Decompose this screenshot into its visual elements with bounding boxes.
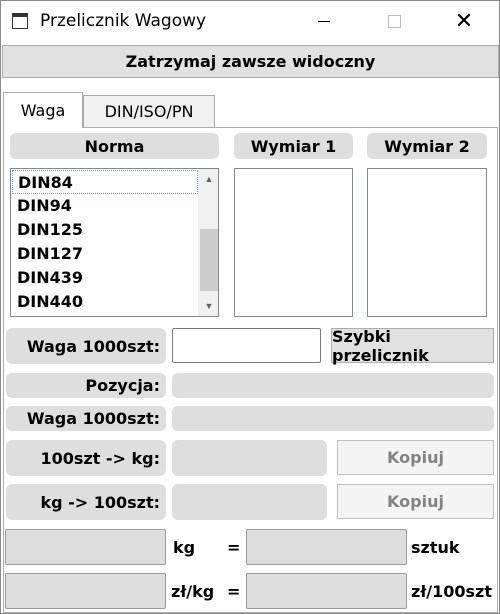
minimize-icon [318, 20, 330, 22]
copy-szt-button[interactable]: Kopiuj [337, 484, 494, 519]
kg-unit-label: kg [173, 537, 196, 557]
quick-converter-button[interactable]: Szybki przelicznik [331, 327, 494, 365]
price-per-100-unit-label: zł/100szt [411, 581, 492, 601]
price-per-kg-input[interactable] [5, 573, 166, 609]
minimize-button[interactable] [301, 1, 347, 41]
list-item[interactable]: DIN127 [12, 242, 198, 266]
szt-to-kg-label: 100szt -> kg: [6, 440, 166, 476]
copy-kg-button[interactable]: Kopiuj [337, 440, 494, 475]
app-icon [12, 13, 28, 29]
equals-label: = [227, 537, 241, 557]
list-item[interactable]: DIN125 [12, 218, 198, 242]
scroll-thumb[interactable] [200, 229, 218, 291]
norma-listbox[interactable]: DIN84 DIN94 DIN125 DIN127 DIN439 DIN440 … [10, 168, 219, 317]
norma-header: Norma [10, 133, 219, 159]
waga-1000-result-value [172, 406, 494, 431]
kg-to-szt-value [172, 484, 327, 520]
tab-waga[interactable]: Waga [3, 92, 83, 128]
waga-1000-label: Waga 1000szt: [6, 328, 166, 364]
sztuk-amount-input[interactable] [246, 529, 407, 565]
list-item[interactable]: DIN440 [12, 290, 198, 314]
always-on-top-button[interactable]: Zatrzymaj zawsze widoczny [2, 45, 499, 78]
pozycja-label: Pozycja: [6, 373, 166, 398]
pozycja-value [172, 373, 494, 398]
maximize-button[interactable] [371, 1, 417, 41]
wymiar1-listbox[interactable] [234, 168, 353, 317]
list-item[interactable]: DIN84 [12, 170, 198, 194]
close-icon: ✕ [454, 8, 474, 34]
waga-1000-input[interactable] [172, 328, 321, 363]
waga-1000-result-label: Waga 1000szt: [6, 406, 166, 431]
wymiar2-header: Wymiar 2 [367, 133, 487, 159]
close-button[interactable]: ✕ [441, 1, 487, 41]
tab-din-iso-pn[interactable]: DIN/ISO/PN [83, 95, 215, 127]
list-item[interactable]: DIN439 [12, 266, 198, 290]
equals-label-2: = [227, 581, 241, 601]
sztuk-unit-label: sztuk [411, 537, 460, 557]
window-title: Przelicznik Wagowy [40, 11, 207, 31]
list-item[interactable]: DIN94 [12, 194, 198, 218]
wymiar1-header: Wymiar 1 [234, 133, 353, 159]
norma-scrollbar[interactable]: ▲ ▼ [198, 169, 218, 316]
kg-amount-input[interactable] [5, 529, 166, 565]
szt-to-kg-value [172, 440, 327, 476]
price-per-100-input[interactable] [246, 573, 407, 609]
scroll-up-icon[interactable]: ▲ [199, 169, 219, 189]
app-window: Przelicznik Wagowy ✕ Zatrzymaj zawsze wi… [0, 0, 500, 614]
wymiar2-listbox[interactable] [367, 168, 487, 317]
title-bar[interactable]: Przelicznik Wagowy ✕ [1, 1, 499, 41]
scroll-down-icon[interactable]: ▼ [199, 296, 219, 316]
kg-to-szt-label: kg -> 100szt: [6, 484, 166, 520]
price-per-kg-unit-label: zł/kg [171, 581, 215, 601]
maximize-icon [387, 14, 401, 28]
